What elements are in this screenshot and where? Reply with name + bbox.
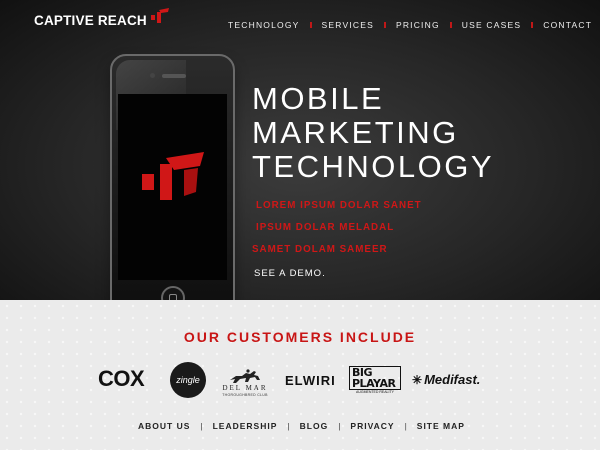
headline-line: MOBILE	[252, 81, 385, 116]
hero-headline: MOBILE MARKETING TECHNOLOGY	[252, 82, 494, 184]
screen-logo-icon	[142, 152, 204, 200]
logo-text: CAPTIVE REACH	[34, 13, 147, 28]
logo-mark-icon	[150, 8, 169, 23]
nav-item-use-cases[interactable]: USE CASES	[462, 20, 521, 30]
hero-red-line-1[interactable]: LOREM IPSUM DOLAR SANET	[256, 200, 422, 211]
nav-item-technology[interactable]: TECHNOLOGY	[228, 20, 300, 30]
phone-speaker	[162, 74, 186, 78]
footer-divider: |	[200, 421, 203, 431]
medifast-name: Medifast.	[424, 372, 481, 387]
nav-item-pricing[interactable]: PRICING	[396, 20, 440, 30]
footer-divider: |	[287, 421, 290, 431]
nav-divider	[383, 22, 386, 28]
phone-mockup	[110, 54, 235, 316]
see-demo-link[interactable]: SEE A DEMO.	[254, 268, 326, 279]
hero-section: CAPTIVE REACH TECHNOLOGY SERVICES PRICIN…	[0, 0, 600, 316]
medifast-star-icon: ✳	[412, 372, 423, 387]
footer-leadership[interactable]: LEADERSHIP	[213, 421, 278, 431]
footer-about-us[interactable]: ABOUT US	[138, 421, 190, 431]
nav-item-services[interactable]: SERVICES	[322, 20, 374, 30]
hero-red-line-2[interactable]: IPSUM DOLAR MELADAL	[256, 222, 394, 233]
cox-logo: COX	[98, 366, 145, 391]
headline-line: TECHNOLOGY	[252, 149, 495, 184]
phone-camera	[150, 73, 155, 78]
bigplayar-name: BIG PLAYAR	[349, 365, 401, 390]
footer-blog[interactable]: BLOG	[300, 421, 329, 431]
horse-jockey-icon	[230, 368, 260, 383]
footer-nav: ABOUT US | LEADERSHIP | BLOG | PRIVACY |…	[138, 421, 465, 431]
footer-divider: |	[338, 421, 341, 431]
zingle-logo: zingle	[170, 362, 206, 398]
medifast-logo: ✳ Medifast.	[412, 372, 480, 387]
nav-divider	[449, 22, 452, 28]
hero-red-line-3[interactable]: SAMET DOLAM SAMEER	[252, 244, 388, 255]
customers-title: OUR CUSTOMERS INCLUDE	[183, 329, 417, 345]
footer-divider: |	[404, 421, 407, 431]
captive-reach-logo[interactable]: CAPTIVE REACH	[34, 8, 171, 28]
bigplayar-subtitle: AUGMENTED REALITY	[356, 389, 394, 394]
nav-divider	[531, 22, 534, 28]
delmar-name: DEL MAR	[222, 383, 268, 392]
bigplayar-logo: BIG PLAYAR AUGMENTED REALITY	[349, 365, 401, 394]
delmar-subtitle: THOROUGHBRED CLUB	[222, 392, 268, 397]
main-nav: TECHNOLOGY SERVICES PRICING USE CASES CO…	[228, 20, 592, 30]
footer-site-map[interactable]: SITE MAP	[417, 421, 465, 431]
phone-screen	[118, 94, 227, 280]
elwiri-logo: ELWIRI	[285, 373, 336, 388]
nav-item-contact[interactable]: CONTACT	[543, 20, 592, 30]
nav-divider	[309, 22, 312, 28]
headline-line: MARKETING	[252, 115, 459, 150]
delmar-logo: DEL MAR THOROUGHBRED CLUB	[221, 363, 269, 401]
footer-privacy[interactable]: PRIVACY	[350, 421, 394, 431]
